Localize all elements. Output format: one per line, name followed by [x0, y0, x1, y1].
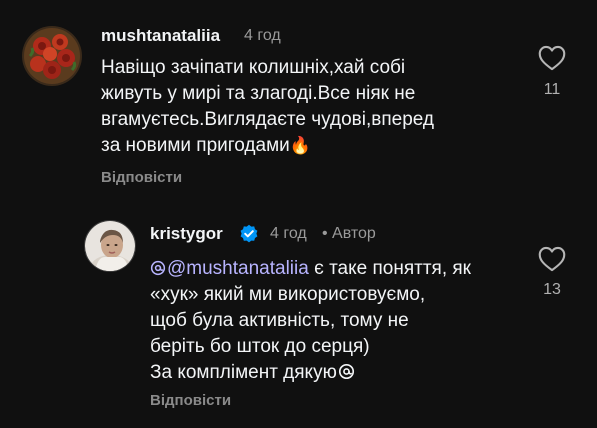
comment-text: Навіщо зачіпати колишніх,хай собі живуть… [101, 55, 434, 159]
verified-badge-icon [239, 224, 259, 244]
heart-icon[interactable] [538, 45, 568, 73]
mention-link[interactable]: @mushtanataliia [150, 256, 309, 282]
comment-username[interactable]: kristygor [150, 224, 223, 244]
reply-button[interactable]: Відповісти [150, 392, 231, 409]
comment-text-line: За комплімент дякую [150, 360, 471, 386]
author-badge: • Автор [322, 225, 376, 242]
comment-text-line: за новими пригодами🔥 [101, 135, 311, 156]
heart-icon[interactable] [538, 246, 568, 274]
comment-text-line: «хук» який ми використовуємо, [150, 284, 426, 305]
like-count: 13 [543, 281, 561, 298]
threads-logo-icon [338, 363, 354, 380]
comment-timestamp: 4 год [270, 225, 307, 242]
comment-text-line: вгамуєтесь.Виглядаєте чудові,вперед [101, 109, 435, 130]
comment-text-line: Навіщо зачіпати колишніх,хай собі [101, 57, 406, 78]
comment-text: @mushtanataliia є таке поняття, як «хук»… [150, 256, 471, 386]
threads-logo-icon [150, 260, 166, 276]
comment-text-line: щоб була активність, тому не [150, 310, 409, 331]
comment-timestamp: 4 год [244, 27, 281, 44]
comment-text-line: беріть бо шток до серця) [150, 336, 370, 357]
reply-button[interactable]: Відповісти [101, 169, 182, 186]
comment-text-line: @mushtanataliia є таке поняття, як [150, 256, 471, 282]
like-count: 11 [543, 81, 561, 98]
comment-text-line: живуть у мирі та злагоді.Все ніяк не [101, 83, 416, 104]
comment-username[interactable]: mushtanataliia [101, 26, 220, 46]
avatar-mushtanataliia[interactable] [22, 26, 82, 86]
avatar-kristygor[interactable] [84, 220, 136, 272]
fire-emoji: 🔥 [289, 136, 311, 155]
